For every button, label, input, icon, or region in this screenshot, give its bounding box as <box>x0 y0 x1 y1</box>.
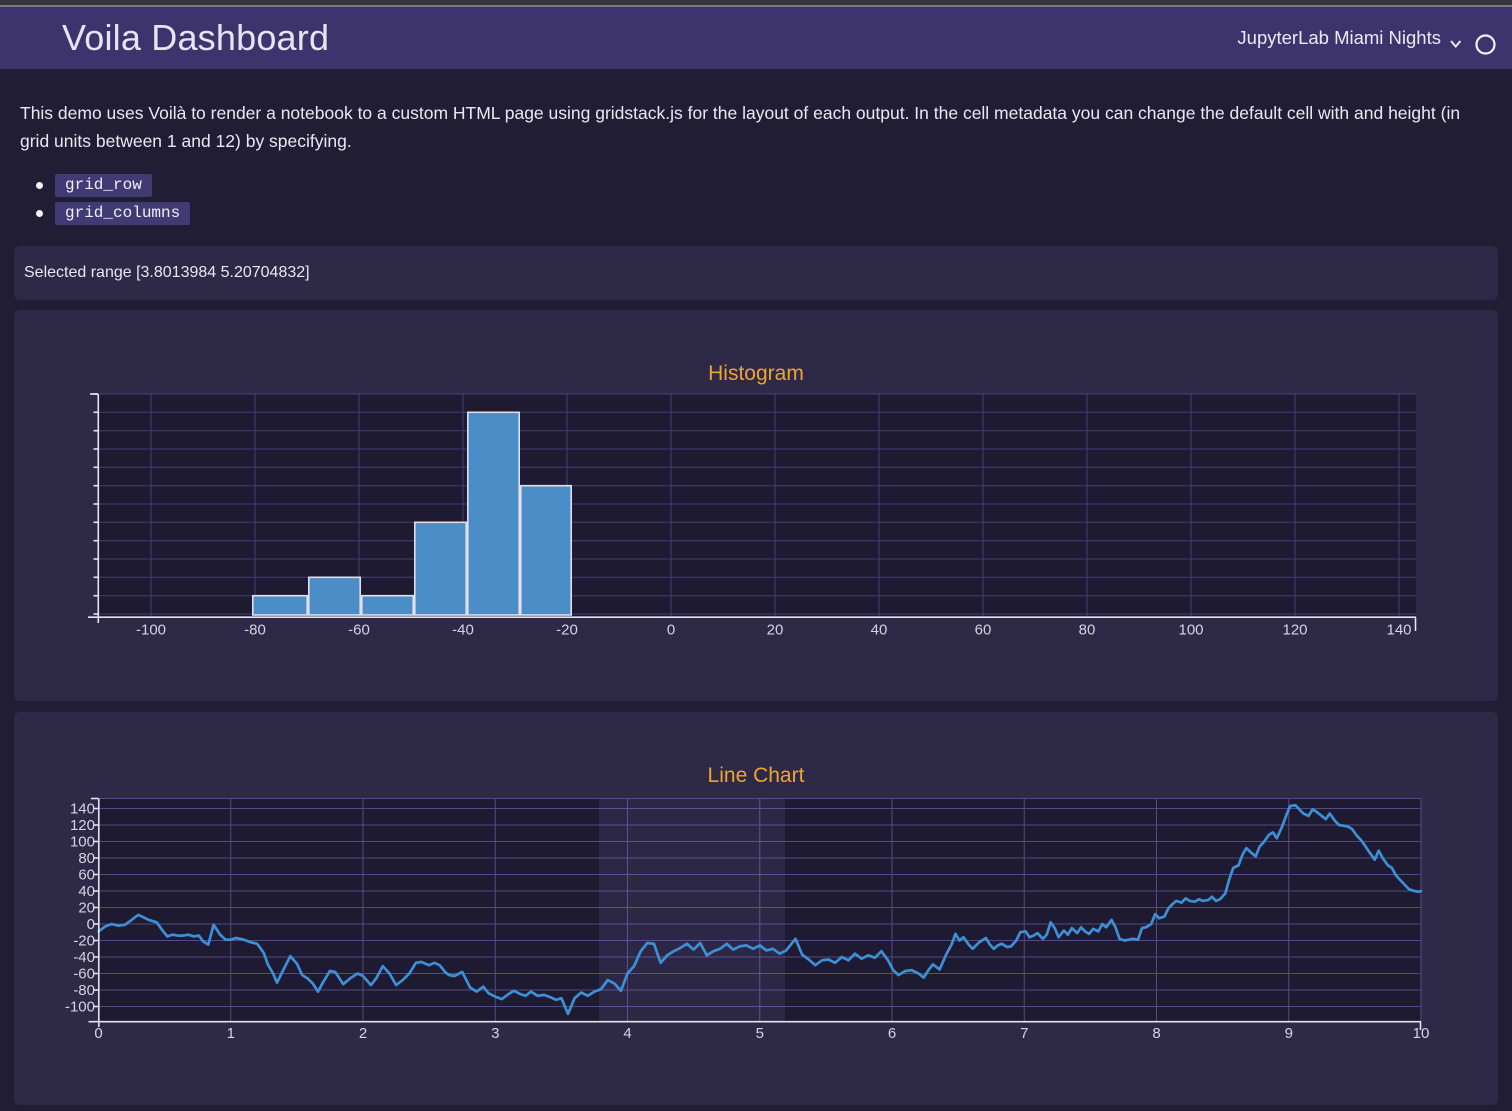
svg-text:20: 20 <box>78 900 95 917</box>
svg-text:3: 3 <box>491 1025 499 1042</box>
svg-text:80: 80 <box>78 850 95 867</box>
svg-text:-100: -100 <box>136 622 166 639</box>
svg-text:-80: -80 <box>73 982 95 999</box>
svg-text:6: 6 <box>888 1025 896 1042</box>
svg-text:-20: -20 <box>556 622 578 639</box>
svg-text:10: 10 <box>1413 1025 1430 1042</box>
svg-text:5: 5 <box>756 1025 764 1042</box>
svg-text:20: 20 <box>767 622 784 639</box>
svg-text:80: 80 <box>1079 622 1096 639</box>
svg-text:7: 7 <box>1020 1025 1028 1042</box>
svg-text:-80: -80 <box>244 622 266 639</box>
svg-text:Histogram: Histogram <box>708 362 804 385</box>
svg-text:-40: -40 <box>452 622 474 639</box>
svg-text:2: 2 <box>359 1025 367 1042</box>
svg-text:120: 120 <box>1282 622 1307 639</box>
svg-text:140: 140 <box>70 801 95 818</box>
svg-text:1: 1 <box>227 1025 235 1042</box>
svg-text:40: 40 <box>871 622 888 639</box>
svg-text:120: 120 <box>70 817 95 834</box>
svg-text:-60: -60 <box>348 622 370 639</box>
svg-text:100: 100 <box>70 834 95 851</box>
svg-text:9: 9 <box>1285 1025 1293 1042</box>
svg-text:60: 60 <box>78 867 95 884</box>
svg-text:8: 8 <box>1152 1025 1160 1042</box>
svg-text:-40: -40 <box>73 949 95 966</box>
svg-text:0: 0 <box>94 1025 102 1042</box>
svg-text:40: 40 <box>78 883 95 900</box>
svg-text:Line Chart: Line Chart <box>708 764 805 787</box>
svg-text:4: 4 <box>623 1025 631 1042</box>
svg-text:0: 0 <box>667 622 675 639</box>
svg-text:-100: -100 <box>65 999 95 1016</box>
svg-text:-20: -20 <box>73 933 95 950</box>
svg-text:60: 60 <box>975 622 992 639</box>
svg-text:140: 140 <box>1386 622 1411 639</box>
svg-text:100: 100 <box>1178 622 1203 639</box>
svg-text:0: 0 <box>87 916 95 933</box>
svg-text:-60: -60 <box>73 966 95 983</box>
